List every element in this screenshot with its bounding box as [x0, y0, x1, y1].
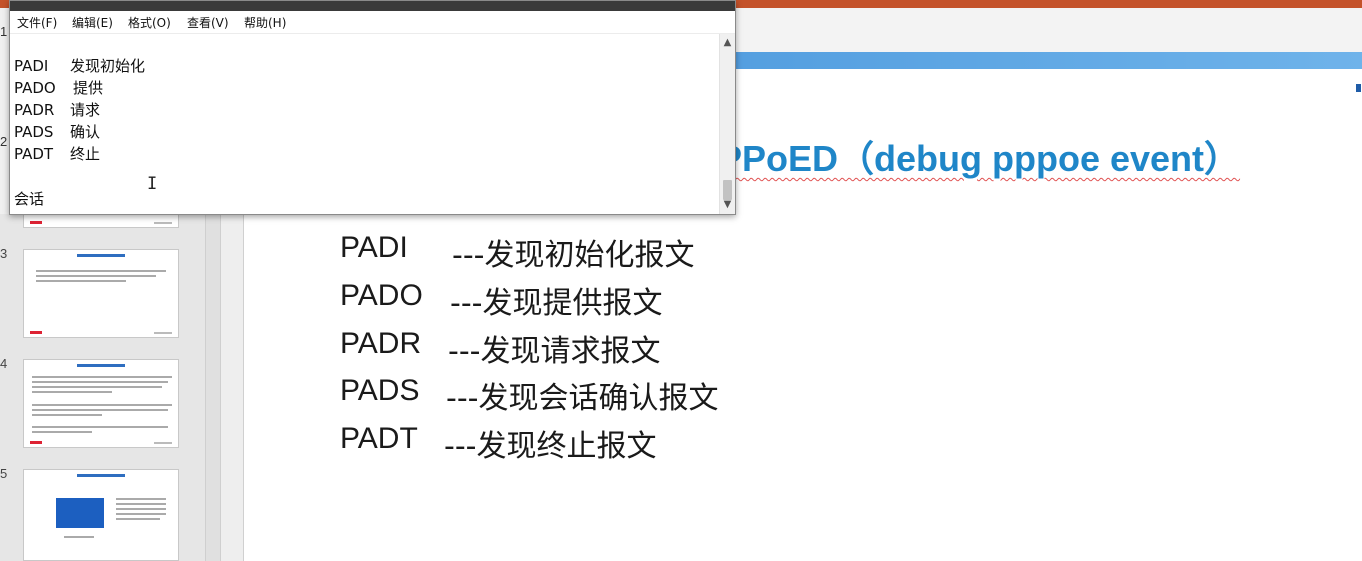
thumbnail-text-line: [116, 503, 166, 505]
thumbnail-text-line: [36, 270, 166, 272]
menu-help[interactable]: 帮助(H): [244, 14, 286, 31]
vertical-scrollbar[interactable]: ▲ ▼: [719, 34, 735, 214]
thumbnail-text-line: [36, 280, 126, 282]
menu-format[interactable]: 格式(O): [128, 14, 171, 31]
line-code: PADO: [14, 79, 56, 97]
brand-logo: [30, 221, 42, 224]
text-line: PADI 发现初始化: [14, 55, 145, 77]
thumbnail-text-line: [116, 518, 160, 520]
pane-splitter[interactable]: [205, 214, 221, 561]
brand-logo: [30, 331, 42, 334]
row-code: PADS: [340, 374, 420, 407]
slide-number-2: 2: [0, 134, 8, 149]
footer-text: [154, 332, 172, 334]
thumbnail-diagram: [56, 498, 104, 528]
row-code: PADI: [340, 231, 408, 264]
slide-row-padr: PADR ---发现请求报文: [340, 326, 660, 369]
line-text: 发现初始化: [70, 57, 146, 75]
thumbnail-text-line: [32, 426, 168, 428]
thumbnail-text-line: [116, 508, 166, 510]
footer-text: [154, 442, 172, 444]
slide-thumbnail-2[interactable]: [23, 214, 179, 228]
text-line: PADR 请求: [14, 99, 100, 121]
thumbnail-text-line: [32, 386, 162, 388]
slide-editor-margin: [221, 214, 244, 561]
notepad-menu-bar: 文件(F) 编辑(E) 格式(O) 查看(V) 帮助(H): [10, 11, 735, 34]
slide-row-padt: PADT ---发现终止报文: [340, 421, 656, 464]
row-description: ---发现终止报文: [444, 429, 657, 464]
thumbnail-text-line: [32, 404, 172, 406]
brand-logo: [30, 441, 42, 444]
thumbnail-title: [24, 254, 178, 257]
row-description: ---发现请求报文: [448, 334, 661, 369]
slide-thumbnail-3[interactable]: [23, 249, 179, 338]
row-description: ---发现会话确认报文: [446, 381, 719, 416]
line-text: 提供: [73, 79, 104, 97]
row-code: PADR: [340, 327, 422, 360]
line-text: 请求: [70, 101, 101, 119]
text-line: PADS 确认: [14, 121, 100, 143]
scroll-up-icon[interactable]: ▲: [720, 36, 735, 50]
menu-edit[interactable]: 编辑(E): [72, 14, 113, 31]
footer-text: [154, 222, 172, 224]
thumbnail-text-line: [32, 414, 102, 416]
thumbnail-text-line: [64, 536, 94, 538]
slide-number-5: 5: [0, 466, 8, 481]
slide-title: PPoED（debug pppoe event）: [718, 138, 1241, 179]
powerpoint-ribbon-area: [735, 8, 1362, 52]
row-code: PADT: [340, 422, 418, 455]
row-code: PADO: [340, 279, 423, 312]
slide-number-4: 4: [0, 356, 8, 371]
slide-thumbnail-4[interactable]: [23, 359, 179, 448]
line-text: 终止: [70, 145, 101, 163]
slide-row-pads: PADS ---发现会话确认报文: [340, 373, 718, 416]
thumbnail-text-line: [32, 376, 172, 378]
line-code: PADI: [14, 57, 49, 75]
thumbnail-text-line: [32, 409, 168, 411]
scroll-down-icon[interactable]: ▼: [720, 198, 735, 212]
line-text: 确认: [70, 123, 101, 141]
thumbnail-title: [24, 364, 178, 367]
text-line: 会话: [14, 190, 45, 208]
line-code: PADR: [14, 101, 55, 119]
thumbnail-text-line: [116, 513, 166, 515]
thumbnail-text-line: [32, 391, 112, 393]
line-code: PADS: [14, 123, 54, 141]
line-code: PADT: [14, 145, 54, 163]
notepad-text-area[interactable]: PADI 发现初始化 PADO 提供 PADR 请求 PADS 确认 PADT 终止 会话…: [10, 34, 718, 214]
slide-row-pado: PADO ---发现提供报文: [340, 278, 662, 321]
row-description: ---发现初始化报文: [452, 238, 695, 273]
row-description: ---发现提供报文: [450, 286, 663, 321]
thumbnail-text-line: [32, 431, 92, 433]
menu-file[interactable]: 文件(F): [17, 14, 57, 31]
slide-number-3: 3: [0, 246, 8, 261]
thumbnail-text-line: [116, 498, 166, 500]
scrollbar-thumb[interactable]: [723, 180, 732, 200]
slide-number-1: 1: [0, 24, 8, 39]
ribbon-edge-mark: [1356, 84, 1361, 92]
text-line: PADO 提供: [14, 77, 103, 99]
slide-thumbnail-5[interactable]: [23, 469, 179, 561]
thumbnail-text-line: [36, 275, 156, 277]
thumbnail-text-line: [32, 381, 168, 383]
text-cursor-icon: I: [147, 174, 158, 194]
notepad-window[interactable]: 文件(F) 编辑(E) 格式(O) 查看(V) 帮助(H) PADI 发现初始化 …: [9, 0, 736, 215]
text-line: PADT 终止: [14, 143, 100, 165]
thumbnail-title: [24, 474, 178, 477]
menu-view[interactable]: 查看(V): [187, 14, 229, 31]
notepad-title-bar[interactable]: [10, 1, 735, 11]
slide-thumbnail-pane[interactable]: 3 4 5: [0, 214, 205, 561]
slide-row-padi: PADI ---发现初始化报文: [340, 230, 694, 273]
